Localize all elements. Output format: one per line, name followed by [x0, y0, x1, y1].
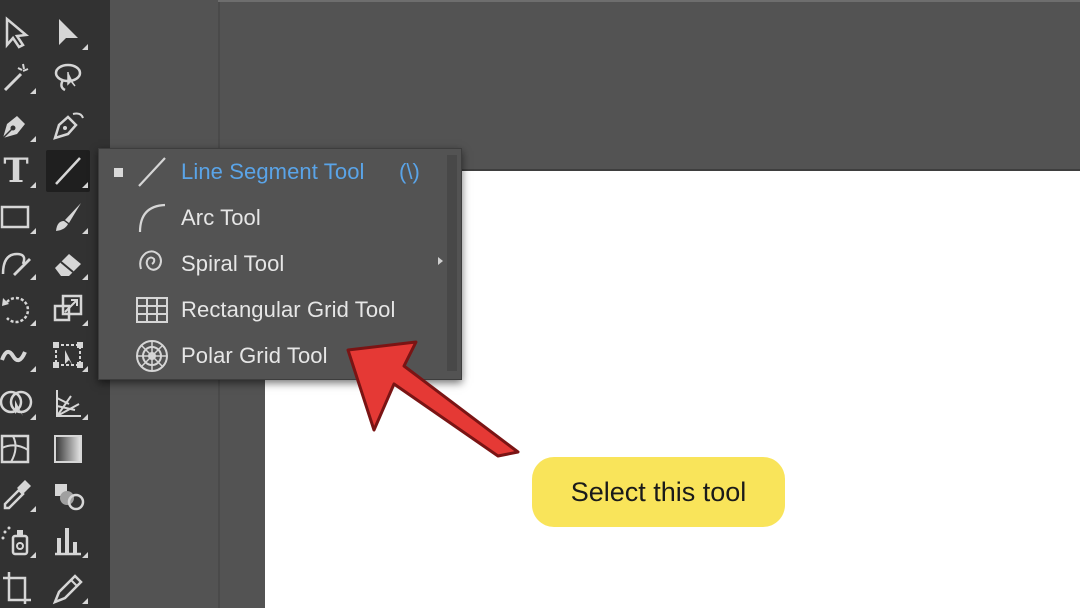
- flyout-item-label: Rectangular Grid Tool: [181, 297, 396, 322]
- shaper-tool[interactable]: [0, 242, 38, 284]
- direct-selection-arrow-icon: [59, 19, 78, 45]
- spiral-icon: [139, 250, 162, 271]
- eraser-icon: [55, 254, 81, 276]
- rectangle-icon: [0, 205, 30, 229]
- tool-group-indicator: [30, 552, 36, 558]
- free-transform-icon: [53, 342, 83, 368]
- tool-group-indicator: [82, 366, 88, 372]
- tool-group-indicator: [82, 228, 88, 234]
- tool-group-indicator: [30, 320, 36, 326]
- flyout-item-arc-tool[interactable]: Arc Tool: [99, 195, 439, 241]
- keyboard-shortcut: (\): [399, 159, 420, 184]
- tools-panel: T: [0, 0, 110, 608]
- shape-builder-tool[interactable]: [0, 382, 38, 424]
- tool-group-indicator: [82, 44, 88, 50]
- flyout-item-label: Spiral Tool: [181, 251, 285, 276]
- pen-icon: [2, 116, 25, 139]
- flyout-tearoff-arrow[interactable]: [438, 257, 443, 265]
- column-graph-icon: [55, 528, 81, 556]
- tool-group-indicator: [30, 88, 36, 94]
- selected-bullet: [113, 167, 123, 177]
- blend-tool[interactable]: [46, 474, 90, 516]
- perspective-grid-icon: [56, 390, 81, 417]
- selection-tool[interactable]: [0, 12, 38, 54]
- eyedropper-tool[interactable]: [0, 474, 38, 516]
- warp-tool[interactable]: [0, 334, 38, 376]
- flyout-item-line-segment-tool[interactable]: Line Segment Tool (\): [99, 149, 439, 195]
- tool-group-indicator: [30, 506, 36, 512]
- free-transform-tool[interactable]: [46, 334, 90, 376]
- tool-group-indicator: [82, 552, 88, 558]
- arc-icon: [138, 203, 166, 233]
- polar-grid-icon: [136, 340, 168, 372]
- line-segment-icon: [138, 157, 166, 187]
- flyout-item-spiral-tool[interactable]: Spiral Tool: [99, 241, 439, 287]
- rectangle-tool[interactable]: [0, 196, 38, 238]
- curvature-pen-icon: [53, 112, 84, 140]
- symbol-sprayer-icon: [1, 526, 29, 556]
- flyout-item-label: Line Segment Tool: [181, 159, 365, 184]
- column-graph-tool[interactable]: [46, 520, 90, 562]
- tool-group-indicator: [82, 414, 88, 420]
- tool-group-indicator: [30, 274, 36, 280]
- scale-tool[interactable]: [46, 288, 90, 330]
- tool-group-indicator: [82, 274, 88, 280]
- pen-tool[interactable]: [0, 104, 38, 146]
- eraser-tool[interactable]: [46, 242, 90, 284]
- line-segment-icon: [55, 157, 81, 185]
- mesh-tool[interactable]: [0, 428, 38, 470]
- slice-tool[interactable]: [46, 566, 90, 608]
- tool-group-indicator: [30, 366, 36, 372]
- scale-icon: [53, 294, 83, 322]
- blend-icon: [55, 484, 85, 511]
- artboard-tool[interactable]: [0, 566, 38, 608]
- flyout-item-label: Arc Tool: [181, 205, 261, 230]
- artboard-icon: [3, 572, 31, 604]
- curvature-tool[interactable]: [46, 104, 90, 146]
- tool-group-indicator: [82, 598, 88, 604]
- selection-arrow-icon: [5, 16, 30, 49]
- direct-selection-tool[interactable]: [46, 12, 90, 54]
- flyout-item-rectangular-grid-tool[interactable]: Rectangular Grid Tool: [99, 287, 439, 333]
- tool-group-indicator: [30, 136, 36, 142]
- shaper-icon: [1, 252, 31, 276]
- rectangular-grid-icon: [136, 297, 168, 323]
- tool-group-indicator: [82, 320, 88, 326]
- eyedropper-icon: [3, 480, 31, 510]
- slice-icon: [52, 574, 83, 605]
- perspective-grid-tool[interactable]: [46, 382, 90, 424]
- flyout-item-label: Polar Grid Tool: [181, 343, 328, 368]
- lasso-tool[interactable]: [46, 56, 90, 98]
- symbol-sprayer-tool[interactable]: [0, 520, 38, 562]
- magic-wand-tool[interactable]: [0, 56, 38, 98]
- shape-builder-icon: [0, 390, 33, 416]
- line-segment-tool[interactable]: [46, 150, 90, 192]
- lasso-icon: [54, 63, 82, 92]
- warp-icon: [0, 349, 27, 363]
- red-pointer-arrow-icon: [346, 340, 520, 458]
- tool-group-indicator: [30, 228, 36, 234]
- tool-group-indicator: [30, 182, 36, 188]
- type-icon: T: [3, 151, 29, 191]
- pasteboard-top-edge: [218, 0, 1080, 2]
- mesh-icon: [0, 434, 30, 464]
- rotate-tool[interactable]: [0, 288, 38, 330]
- callout-label: Select this tool: [532, 457, 785, 527]
- tool-group-indicator: [82, 182, 88, 188]
- paintbrush-tool[interactable]: [46, 196, 90, 238]
- tool-group-indicator: [30, 414, 36, 420]
- magic-wand-icon: [3, 63, 29, 92]
- rotate-icon: [2, 296, 30, 324]
- type-tool[interactable]: T: [0, 150, 38, 192]
- gradient-tool[interactable]: [46, 428, 90, 470]
- gradient-icon: [54, 435, 82, 463]
- paintbrush-icon: [56, 203, 81, 231]
